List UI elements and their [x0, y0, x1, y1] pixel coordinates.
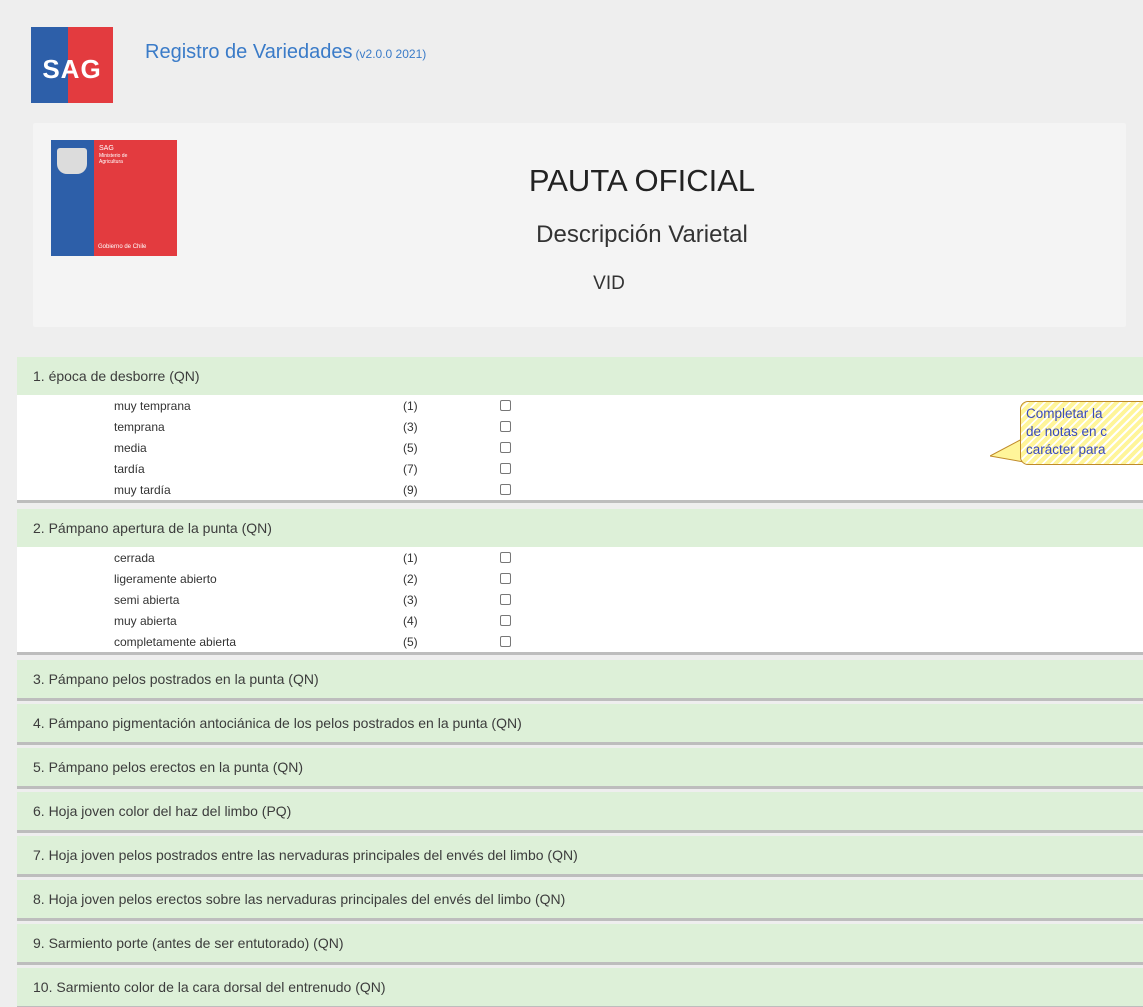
option-row: cerrada (1): [17, 547, 1143, 568]
characteristic-section: 1. época de desborre (QN) muy temprana (…: [17, 357, 1143, 503]
option-label: muy tardía: [114, 483, 171, 497]
option-checkbox[interactable]: [500, 442, 511, 453]
callout-line: de notas en c: [1026, 424, 1108, 439]
section-options: cerrada (1) ligeramente abierto (2) semi…: [17, 547, 1143, 652]
option-checkbox[interactable]: [500, 594, 511, 605]
characteristic-section: 10. Sarmiento color de la cara dorsal de…: [17, 968, 1143, 1007]
option-code: (3): [403, 420, 418, 434]
help-callout: Completar la de notas en c carácter para: [1020, 401, 1143, 465]
characteristic-section: 2. Pámpano apertura de la punta (QN) cer…: [17, 509, 1143, 655]
option-checkbox[interactable]: [500, 463, 511, 474]
option-label: ligeramente abierto: [114, 572, 217, 586]
option-code: (5): [403, 441, 418, 455]
section-options: muy temprana (1) temprana (3) media (5) …: [17, 395, 1143, 500]
gov-logo-sag-text: SAG Ministerio de Agricultura: [99, 145, 128, 165]
option-row: temprana (3): [17, 416, 1143, 437]
section-header[interactable]: 7. Hoja joven pelos postrados entre las …: [17, 836, 1143, 874]
header-card: SAG Ministerio de Agricultura Gobierno d…: [33, 123, 1126, 327]
option-label: tardía: [114, 462, 145, 476]
option-label: temprana: [114, 420, 165, 434]
top-bar: SAG Registro de Variedades (v2.0.0 2021): [0, 0, 1143, 122]
section-header[interactable]: 8. Hoja joven pelos erectos sobre las ne…: [17, 880, 1143, 918]
section-header[interactable]: 10. Sarmiento color de la cara dorsal de…: [17, 968, 1143, 1006]
option-label: completamente abierta: [114, 635, 237, 649]
option-row: semi abierta (3): [17, 589, 1143, 610]
option-code: (3): [403, 593, 418, 607]
app-title-text: Registro de Variedades: [145, 41, 353, 63]
option-code: (1): [403, 399, 418, 413]
option-row: tardía (7): [17, 458, 1143, 479]
page-title: PAUTA OFICIAL: [528, 163, 756, 198]
characteristic-section: 3. Pámpano pelos postrados en la punta (…: [17, 660, 1143, 701]
option-checkbox[interactable]: [500, 636, 511, 647]
section-header[interactable]: 5. Pámpano pelos erectos en la punta (QN…: [17, 748, 1143, 786]
page-subtitle: Descripción Varietal: [536, 221, 748, 248]
option-checkbox[interactable]: [500, 484, 511, 495]
option-code: (4): [403, 614, 418, 628]
option-row: media (5): [17, 437, 1143, 458]
section-header[interactable]: 2. Pámpano apertura de la punta (QN): [17, 509, 1143, 547]
characteristic-section: 4. Pámpano pigmentación antociánica de l…: [17, 704, 1143, 745]
option-row: muy tardía (9): [17, 479, 1143, 500]
characteristic-section: 5. Pámpano pelos erectos en la punta (QN…: [17, 748, 1143, 789]
option-code: (2): [403, 572, 418, 586]
section-header[interactable]: 4. Pámpano pigmentación antociánica de l…: [17, 704, 1143, 742]
option-label: muy temprana: [114, 399, 191, 413]
option-label: semi abierta: [114, 593, 180, 607]
option-checkbox[interactable]: [500, 552, 511, 563]
logo-text: SAG: [42, 53, 102, 84]
callout-line: Completar la: [1026, 406, 1103, 421]
option-checkbox[interactable]: [500, 400, 511, 411]
section-header[interactable]: 1. época de desborre (QN): [17, 357, 1143, 395]
option-code: (5): [403, 635, 418, 649]
option-row: muy abierta (4): [17, 610, 1143, 631]
callout-pointer: [990, 437, 1024, 463]
characteristic-section: 7. Hoja joven pelos postrados entre las …: [17, 836, 1143, 877]
section-header[interactable]: 3. Pámpano pelos postrados en la punta (…: [17, 660, 1143, 698]
species-label: VID: [593, 273, 625, 294]
section-header[interactable]: 9. Sarmiento porte (antes de ser entutor…: [17, 924, 1143, 962]
option-code: (7): [403, 462, 418, 476]
option-checkbox[interactable]: [500, 421, 511, 432]
characteristic-section: 6. Hoja joven color del haz del limbo (P…: [17, 792, 1143, 833]
option-row: ligeramente abierto (2): [17, 568, 1143, 589]
option-row: muy temprana (1): [17, 395, 1143, 416]
option-row: completamente abierta (5): [17, 631, 1143, 652]
characteristic-section: 9. Sarmiento porte (antes de ser entutor…: [17, 924, 1143, 965]
option-checkbox[interactable]: [500, 615, 511, 626]
option-label: media: [114, 441, 147, 455]
app-version: (v2.0.0 2021): [355, 47, 427, 61]
option-checkbox[interactable]: [500, 573, 511, 584]
app-title[interactable]: Registro de Variedades (v2.0.0 2021): [145, 41, 426, 64]
option-code: (1): [403, 551, 418, 565]
section-header[interactable]: 6. Hoja joven color del haz del limbo (P…: [17, 792, 1143, 830]
callout-line: carácter para: [1026, 442, 1106, 457]
characteristic-section: 8. Hoja joven pelos erectos sobre las ne…: [17, 880, 1143, 921]
option-code: (9): [403, 483, 418, 497]
option-label: cerrada: [114, 551, 155, 565]
sag-logo[interactable]: SAG: [31, 27, 113, 103]
option-label: muy abierta: [114, 614, 177, 628]
